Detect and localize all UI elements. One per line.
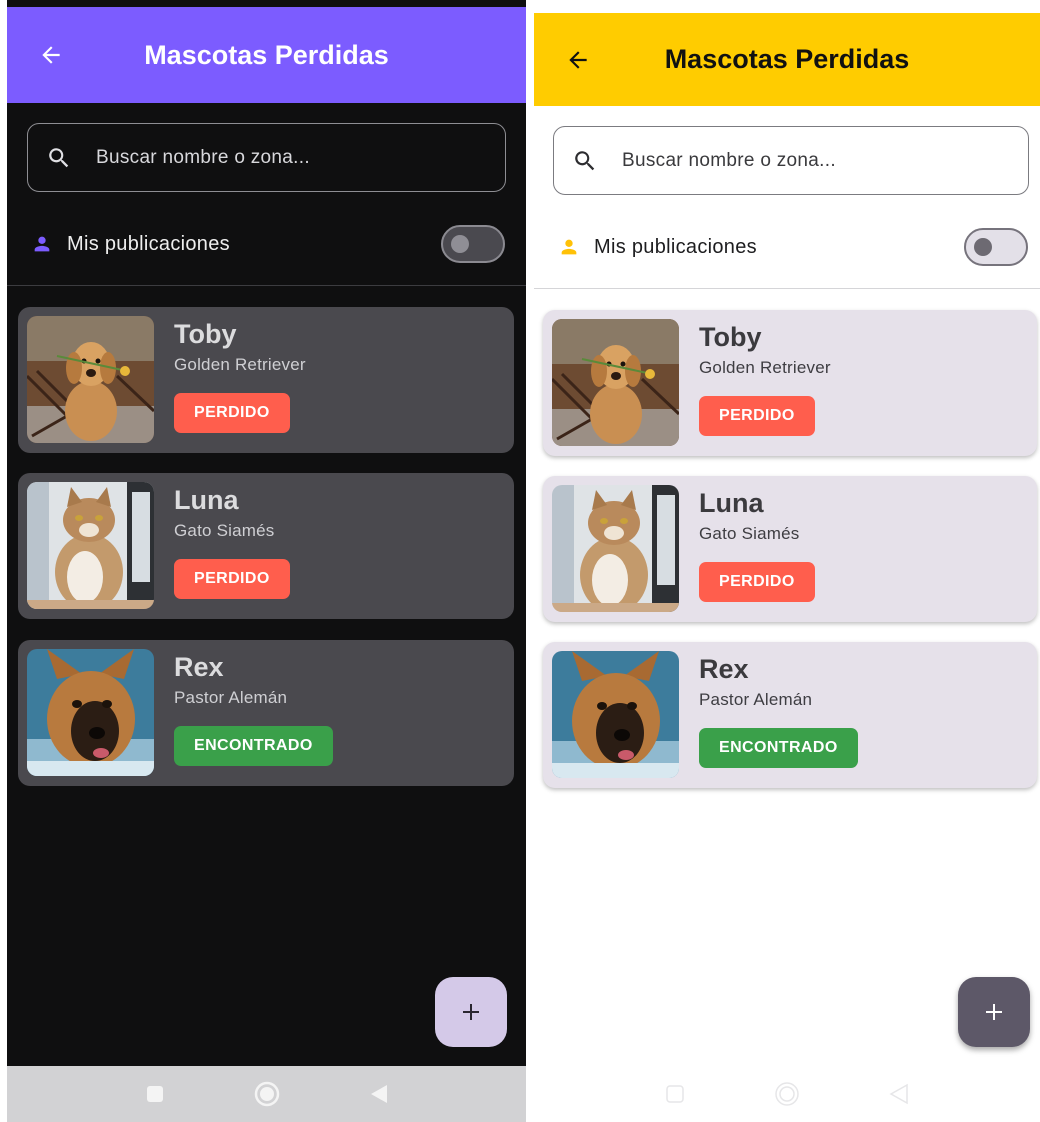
my-posts-toggle[interactable]: [964, 228, 1028, 266]
status-badge: ENCONTRADO: [174, 726, 333, 766]
system-nav-bar: [7, 1066, 526, 1122]
add-pet-button[interactable]: [958, 977, 1030, 1047]
back-button[interactable]: [556, 38, 600, 82]
dark-theme-screen: Mascotas Perdidas Mis publicaciones: [7, 0, 526, 1122]
arrow-left-icon: [569, 50, 587, 69]
plus-icon: [463, 1004, 479, 1020]
pet-card[interactable]: Toby Golden Retriever PERDIDO: [543, 310, 1037, 456]
app-bar: Mascotas Perdidas: [534, 13, 1040, 106]
my-posts-filter: Mis publicaciones: [7, 220, 526, 268]
pet-breed: Pastor Alemán: [174, 688, 288, 707]
recents-button[interactable]: [660, 1079, 690, 1109]
pet-breed: Gato Siamés: [174, 521, 275, 540]
person-icon: [34, 236, 50, 252]
person-icon: [561, 239, 577, 255]
pet-name: Luna: [174, 485, 239, 515]
golden-retriever-photo: [552, 319, 679, 446]
german-shepherd-photo: [552, 651, 679, 778]
toggle-knob: [451, 235, 469, 253]
search-bar[interactable]: [27, 123, 506, 192]
pet-name: Toby: [174, 319, 237, 349]
search-icon: [570, 146, 600, 176]
pet-card[interactable]: Toby Golden Retriever PERDIDO: [18, 307, 514, 453]
search-input[interactable]: [96, 146, 456, 169]
system-nav-bar: [534, 1066, 1040, 1122]
pet-card[interactable]: Luna Gato Siamés PERDIDO: [18, 473, 514, 619]
search-bar[interactable]: [553, 126, 1029, 195]
toggle-knob: [974, 238, 992, 256]
square-recents-icon: [666, 1085, 684, 1103]
triangle-back-icon: [889, 1083, 908, 1105]
circle-home-icon: [254, 1081, 279, 1107]
search-input[interactable]: [622, 149, 982, 172]
pet-name: Rex: [699, 654, 749, 684]
cat-photo: [552, 485, 679, 612]
status-badge: ENCONTRADO: [699, 728, 858, 768]
add-pet-button[interactable]: [435, 977, 507, 1047]
recents-button[interactable]: [140, 1079, 170, 1109]
pet-breed: Pastor Alemán: [699, 690, 813, 709]
arrow-left-icon: [42, 46, 60, 64]
circle-home-icon: [775, 1082, 799, 1106]
status-badge: PERDIDO: [699, 562, 815, 602]
german-shepherd-photo: [27, 649, 154, 776]
back-button[interactable]: [29, 33, 73, 77]
home-button[interactable]: [252, 1079, 282, 1109]
square-recents-icon: [146, 1086, 163, 1102]
my-posts-toggle[interactable]: [441, 225, 505, 263]
screen-divider: [526, 0, 534, 1122]
golden-retriever-photo: [27, 316, 154, 443]
page-title: Mascotas Perdidas: [144, 39, 389, 70]
page-title: Mascotas Perdidas: [664, 44, 910, 74]
cat-photo: [27, 482, 154, 609]
divider: [534, 288, 1040, 289]
home-button[interactable]: [772, 1079, 802, 1109]
triangle-back-icon: [370, 1085, 387, 1103]
pet-breed: Gato Siamés: [699, 524, 800, 543]
light-theme-screen: Mascotas Perdidas Mis publicaciones: [534, 0, 1040, 1122]
pet-card[interactable]: Rex Pastor Alemán ENCONTRADO: [543, 642, 1037, 788]
pet-breed: Golden Retriever: [699, 358, 831, 377]
status-badge: PERDIDO: [699, 396, 815, 436]
plus-icon: [986, 1004, 1002, 1020]
pet-name: Luna: [699, 488, 764, 518]
pet-breed: Golden Retriever: [174, 355, 306, 374]
my-posts-label: Mis publicaciones: [67, 232, 230, 255]
pet-card[interactable]: Luna Gato Siamés PERDIDO: [543, 476, 1037, 622]
divider: [7, 285, 526, 286]
system-back-button[interactable]: [884, 1079, 914, 1109]
my-posts-label: Mis publicaciones: [594, 235, 757, 258]
status-badge: PERDIDO: [174, 559, 290, 599]
pet-card[interactable]: Rex Pastor Alemán ENCONTRADO: [18, 640, 514, 786]
status-badge: PERDIDO: [174, 393, 290, 433]
pet-name: Rex: [174, 652, 224, 682]
pet-name: Toby: [699, 322, 762, 352]
my-posts-filter: Mis publicaciones: [534, 223, 1040, 271]
app-bar: Mascotas Perdidas: [7, 7, 526, 103]
search-icon: [44, 143, 74, 173]
system-back-button[interactable]: [364, 1079, 394, 1109]
